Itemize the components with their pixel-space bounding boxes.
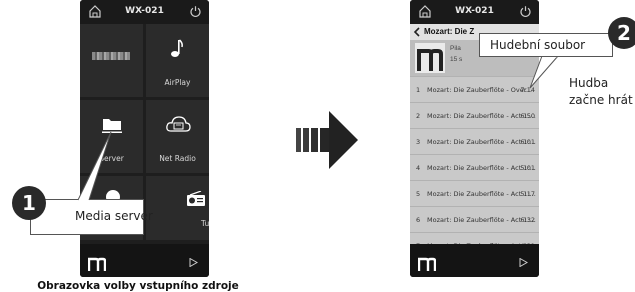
- callout-pointer-1: [77, 131, 112, 202]
- track-row[interactable]: 2 Mozart: Die Zauberflöte - Act 1:... 6:50: [410, 102, 539, 128]
- power-icon[interactable]: [519, 5, 532, 18]
- source-tile-blurred[interactable]: [80, 24, 143, 97]
- play-icon[interactable]: [189, 258, 198, 267]
- track-row[interactable]: 6 Mozart: Die Zauberflöte - Act 1:... 6:32: [410, 206, 539, 232]
- track-number: 6: [416, 216, 421, 224]
- track-title: Mozart: Die Zauberflöte - Over...: [427, 86, 533, 94]
- track-duration: 6:32: [520, 216, 535, 224]
- music-file-callout: Hudební soubor: [479, 33, 613, 57]
- figure-caption: Obrazovka volby vstupního zdroje: [37, 280, 239, 292]
- status-bar: WX-021: [80, 0, 209, 24]
- tile-label-tuner: Tuner: [201, 219, 209, 228]
- status-bar: WX-021: [410, 0, 539, 24]
- power-icon[interactable]: [189, 5, 202, 18]
- bottom-player-bar: [80, 244, 209, 277]
- track-number: 3: [416, 138, 421, 146]
- bottom-player-bar: [410, 244, 539, 277]
- tile-label-airplay: AirPlay: [164, 78, 191, 87]
- track-duration: 6:01: [520, 138, 535, 146]
- source-tile-net-radio[interactable]: Net Radio: [146, 100, 209, 173]
- music-file-label: Hudební soubor: [490, 38, 586, 52]
- step-1-badge: 1: [12, 186, 46, 220]
- media-server-label: Media server: [75, 209, 153, 223]
- track-row[interactable]: 3 Mozart: Die Zauberflöte - Act 1:... 6:01: [410, 128, 539, 154]
- track-row[interactable]: 1 Mozart: Die Zauberflöte - Over... 7:14: [410, 76, 539, 102]
- tile-label-net-radio: Net Radio: [159, 154, 196, 163]
- list-header-title: Mozart: Die Z: [424, 27, 475, 36]
- music-note-icon: [171, 39, 183, 57]
- playback-note-line-2: začne hrát: [569, 93, 633, 107]
- track-number: 1: [416, 86, 421, 94]
- album-line-2: 15 s: [450, 56, 463, 63]
- album-line-1: Pila: [450, 45, 461, 52]
- play-icon[interactable]: [519, 258, 528, 267]
- media-server-callout: Media server: [30, 199, 153, 235]
- cloud-radio-icon: [166, 116, 191, 132]
- track-number: 2: [416, 112, 421, 120]
- right-arrow-icon: [296, 111, 358, 169]
- source-tile-tuner[interactable]: Tuner: [146, 176, 209, 240]
- album-art: [415, 43, 445, 73]
- musiccast-logo: [418, 257, 436, 271]
- track-duration: 5:17: [520, 190, 535, 198]
- playback-note-line-1: Hudba: [569, 76, 609, 90]
- blurred-source-image: [92, 52, 130, 60]
- step-2-badge: 2: [608, 17, 635, 49]
- track-row[interactable]: 5 Mozart: Die Zauberflöte - Act 1:... 5:17: [410, 180, 539, 206]
- musiccast-logo: [88, 257, 106, 271]
- callout-pointer-2: [529, 55, 559, 89]
- track-duration: 5:01: [520, 164, 535, 172]
- track-duration: 6:50: [520, 112, 535, 120]
- track-number: 4: [416, 164, 421, 172]
- track-number: 5: [416, 190, 421, 198]
- source-tile-airplay[interactable]: AirPlay: [146, 24, 209, 97]
- track-row[interactable]: 4 Mozart: Die Zauberflöte - Act 1:... 5:01: [410, 154, 539, 180]
- radio-icon: [187, 191, 205, 206]
- chevron-left-icon[interactable]: [413, 27, 421, 37]
